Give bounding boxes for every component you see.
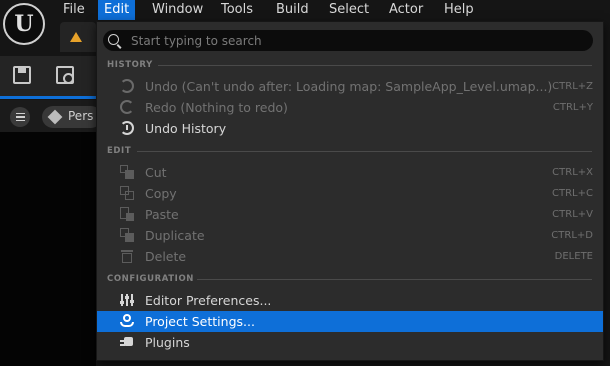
menu-item-shortcut: CTRL+X <box>552 167 593 178</box>
section-divider <box>197 279 592 280</box>
menu-item-shortcut: CTRL+D <box>551 230 593 241</box>
menu-item-editor-preferences[interactable]: Editor Preferences... <box>97 290 603 311</box>
menu-item-copy[interactable]: Copy CTRL+C <box>97 183 603 204</box>
section-configuration-heading: CONFIGURATION <box>107 274 194 284</box>
menu-item-label: Project Settings... <box>145 314 255 329</box>
section-edit-heading: EDIT <box>107 146 132 156</box>
menu-item-label: Cut <box>145 165 167 180</box>
sliders-icon <box>120 293 134 307</box>
level-warning-icon <box>70 32 82 42</box>
menu-item-redo[interactable]: Redo (Nothing to redo) CTRL+Y <box>97 97 603 118</box>
menu-actor[interactable]: Actor <box>383 0 429 20</box>
menu-item-label: Copy <box>145 186 177 201</box>
unreal-logo[interactable]: U <box>3 3 45 45</box>
menu-item-plugins[interactable]: Plugins <box>97 332 603 353</box>
menu-build[interactable]: Build <box>270 0 315 20</box>
menu-item-paste[interactable]: Paste CTRL+V <box>97 204 603 225</box>
menu-item-shortcut: CTRL+Y <box>552 102 593 113</box>
menu-item-label: Duplicate <box>145 228 205 243</box>
menu-item-project-settings[interactable]: Project Settings... <box>97 311 603 332</box>
menu-item-shortcut: CTRL+Z <box>552 81 593 92</box>
copy-icon <box>120 186 134 200</box>
browse-content-icon[interactable] <box>56 66 74 84</box>
project-settings-icon <box>120 314 134 328</box>
undo-icon <box>120 79 134 93</box>
hamburger-menu-icon[interactable] <box>10 107 30 127</box>
section-divider <box>158 65 592 66</box>
menu-item-label: Editor Preferences... <box>145 293 272 308</box>
menu-tools[interactable]: Tools <box>215 0 259 20</box>
paste-icon <box>120 207 134 221</box>
menu-item-label: Delete <box>145 249 187 264</box>
search-icon <box>108 34 119 45</box>
menu-help[interactable]: Help <box>438 0 480 20</box>
history-icon <box>120 121 134 135</box>
menu-search-input[interactable] <box>131 32 581 49</box>
level-viewport[interactable] <box>0 132 96 366</box>
perspective-label: Pers <box>68 109 94 123</box>
menu-file[interactable]: File <box>57 0 91 20</box>
menu-edit[interactable]: Edit <box>98 0 136 20</box>
menu-item-cut[interactable]: Cut CTRL+X <box>97 162 603 183</box>
menu-item-label: Undo (Can't undo after: Loading map: Sam… <box>145 79 553 94</box>
menu-item-undo-history[interactable]: Undo History <box>97 118 603 139</box>
redo-icon <box>120 100 134 114</box>
menu-item-shortcut: CTRL+C <box>552 188 593 199</box>
menu-window[interactable]: Window <box>146 0 209 20</box>
logo-letter: U <box>14 11 34 37</box>
section-divider <box>137 151 592 152</box>
menu-item-label: Paste <box>145 207 179 222</box>
menu-item-label: Redo (Nothing to redo) <box>145 100 288 115</box>
menu-item-shortcut: CTRL+V <box>552 209 593 220</box>
duplicate-icon <box>120 228 134 242</box>
save-icon[interactable] <box>13 66 31 84</box>
trash-icon <box>120 249 134 263</box>
menu-item-duplicate[interactable]: Duplicate CTRL+D <box>97 225 603 246</box>
menu-item-shortcut: DELETE <box>554 251 593 262</box>
menu-item-label: Plugins <box>145 335 190 350</box>
plug-icon <box>120 335 134 349</box>
active-tab-underline <box>0 96 96 99</box>
menu-item-delete[interactable]: Delete DELETE <box>97 246 603 267</box>
cut-icon <box>120 165 134 179</box>
section-history-heading: HISTORY <box>107 60 153 70</box>
menu-select[interactable]: Select <box>323 0 375 20</box>
menu-item-label: Undo History <box>145 121 227 136</box>
menu-item-undo[interactable]: Undo (Can't undo after: Loading map: Sam… <box>97 76 603 97</box>
